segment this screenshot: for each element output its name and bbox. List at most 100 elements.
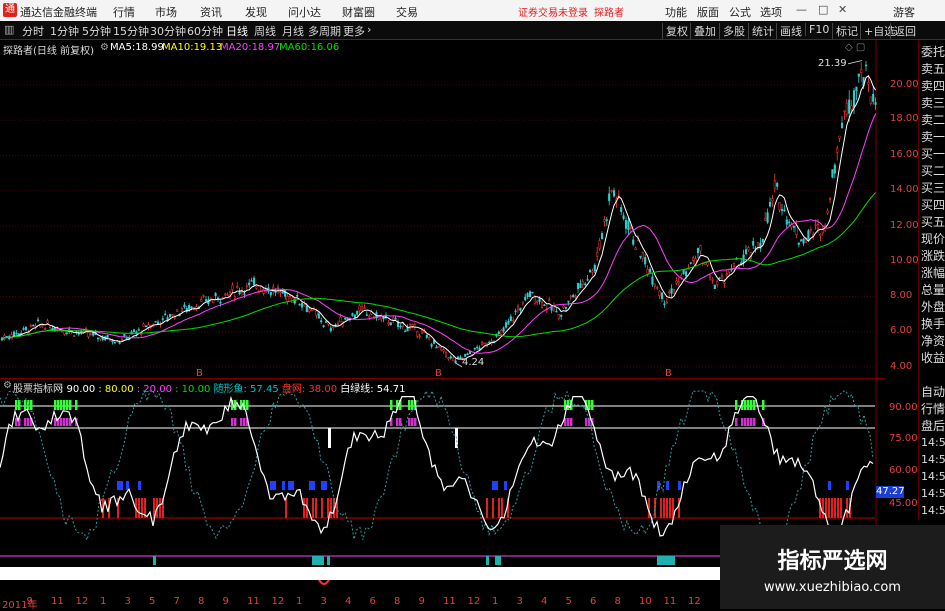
candle-body <box>435 346 438 349</box>
candle-body <box>833 164 836 174</box>
signal-bar-red <box>663 498 665 518</box>
minimize-icon[interactable]: — <box>796 3 807 16</box>
period-daily[interactable]: 日线 <box>226 23 248 39</box>
menu-faxian[interactable]: 发现 <box>245 4 267 20</box>
auto-label[interactable]: 自动 <box>921 384 945 400</box>
signal-bar-magenta <box>411 418 414 426</box>
btn-duogu[interactable]: 多股 <box>719 23 745 39</box>
x-tick-label: 7 <box>173 596 180 607</box>
candle-body <box>608 193 611 201</box>
period-15min[interactable]: 15分钟 <box>113 23 149 39</box>
candle-body <box>708 275 712 279</box>
btn-f10[interactable]: F10 <box>805 23 829 36</box>
user-name[interactable]: 探路者 <box>594 4 624 19</box>
btn-tongji[interactable]: 统计 <box>748 23 774 39</box>
menu-hangqing[interactable]: 行情 <box>113 4 135 20</box>
signal-bar-magenta <box>240 418 243 426</box>
signal-bar-green <box>588 400 591 410</box>
candle-body <box>442 349 445 352</box>
period-weekly[interactable]: 周线 <box>254 23 276 39</box>
period-multi[interactable]: 多周期 <box>308 23 341 39</box>
candle-body <box>536 300 539 303</box>
x-tick-label: 12 <box>75 596 89 607</box>
signal-marker-white <box>328 428 331 448</box>
collapse-icon[interactable]: ◇ ▢ <box>845 42 865 53</box>
close-icon[interactable]: ✕ <box>838 3 847 16</box>
candle-body <box>22 327 25 330</box>
candle-body <box>260 286 263 292</box>
btn-huaxian[interactable]: 画线 <box>776 23 802 39</box>
period-5min[interactable]: 5分钟 <box>82 23 111 39</box>
quote-label: 买二 <box>921 164 945 178</box>
candle-body <box>363 307 366 310</box>
menu-banmian[interactable]: 版面 <box>697 4 719 20</box>
signal-bar-magenta <box>747 418 750 426</box>
candle-body <box>848 99 851 114</box>
quote-label: 总量 <box>921 283 945 297</box>
indicator-settings-icon[interactable]: ⚙ <box>3 380 12 391</box>
candle-body <box>519 307 522 311</box>
watermark-box: 指标严选网 www.xuezhibiao.com <box>720 525 945 609</box>
x-tick-label: 11 <box>51 596 64 607</box>
btn-diejia[interactable]: 叠加 <box>690 23 716 39</box>
menu-zixun[interactable]: 资讯 <box>200 4 222 20</box>
candle-body <box>212 299 215 303</box>
signal-bar-red <box>660 498 662 518</box>
menu-jiaoyi[interactable]: 交易 <box>396 4 418 20</box>
x-tick-label: 12 <box>688 596 701 607</box>
menu-xuanxiang[interactable]: 选项 <box>760 4 782 20</box>
quote-label: 卖一 <box>921 130 945 144</box>
horizontal-scrollbar[interactable] <box>0 567 720 580</box>
signal-bar-blue <box>270 481 273 490</box>
candle-body <box>723 281 726 284</box>
period-1min[interactable]: 1分钟 <box>50 23 79 39</box>
candle-body <box>860 69 863 73</box>
candle-body <box>137 329 140 331</box>
signal-bar-blue <box>846 481 849 490</box>
candle-body <box>308 308 311 313</box>
signal-bar-magenta <box>408 418 411 426</box>
guest-label[interactable]: 游客 <box>893 4 915 20</box>
menu-gongneng[interactable]: 功能 <box>665 4 687 20</box>
period-60min[interactable]: 60分钟 <box>187 23 223 39</box>
candle-body <box>452 357 455 361</box>
btn-fanhui[interactable]: 返回 <box>890 23 916 39</box>
period-monthly[interactable]: 月线 <box>282 23 304 39</box>
candle-body <box>780 209 784 211</box>
candle-body <box>785 219 788 225</box>
menu-wenxiaoda[interactable]: 问小达 <box>288 4 321 20</box>
settings-gear-icon[interactable]: ⚙ <box>100 42 109 53</box>
candle-body <box>428 337 431 340</box>
menu-shichang[interactable]: 市场 <box>155 4 177 20</box>
time-label: 14:50 <box>921 487 945 500</box>
x-tick-label: 9 <box>418 596 425 607</box>
period-30min[interactable]: 30分钟 <box>150 23 186 39</box>
signal-bar-magenta <box>735 418 738 426</box>
period-more[interactable]: 更多 <box>343 23 365 39</box>
signal-bar-magenta <box>750 418 753 426</box>
btn-fuquan[interactable]: 复权 <box>662 23 688 39</box>
signal-bar-magenta <box>414 418 417 426</box>
candle-body <box>641 252 644 259</box>
candle-body <box>48 326 52 329</box>
candle-body <box>857 73 860 77</box>
candlestick-chart[interactable] <box>0 40 885 378</box>
ma60-legend: MA60:16.06 <box>279 42 340 53</box>
period-fenshi[interactable]: 分时 <box>22 23 44 39</box>
candle-body <box>569 295 572 298</box>
maximize-icon[interactable]: □ <box>818 3 828 16</box>
candle-body <box>456 356 460 359</box>
quote-label: 卖四 <box>921 79 945 93</box>
signal-bar-cyan <box>495 556 498 565</box>
candle-body <box>543 304 546 306</box>
signal-bar-blue <box>828 481 831 490</box>
menu-gongshi[interactable]: 公式 <box>729 4 751 20</box>
btn-biaoji[interactable]: 标记 <box>832 23 858 39</box>
login-status[interactable]: 证券交易未登录 <box>518 4 588 19</box>
quote-label[interactable]: 委托 <box>921 44 945 60</box>
candle-body <box>814 224 817 226</box>
more-chevron-icon[interactable]: › <box>367 23 371 36</box>
candle-body <box>106 335 109 339</box>
candle-body <box>672 289 676 292</box>
menu-caifuquan[interactable]: 财富圈 <box>342 4 375 20</box>
